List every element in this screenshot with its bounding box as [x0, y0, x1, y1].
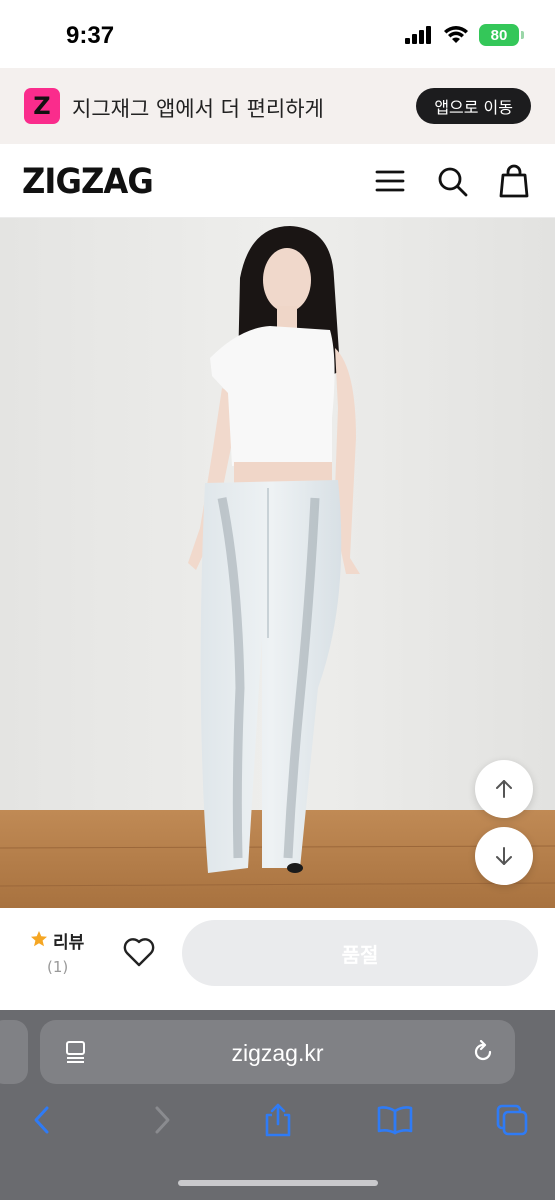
status-time: 9:37	[66, 22, 115, 49]
site-logo[interactable]: ZIGZAG	[22, 162, 154, 202]
zigzag-app-logo: Z	[24, 88, 60, 124]
scroll-down-button[interactable]	[475, 827, 533, 885]
app-logo-letter: Z	[33, 92, 51, 120]
menu-icon[interactable]	[370, 162, 408, 200]
arrow-down-icon	[496, 847, 512, 865]
search-icon[interactable]	[433, 162, 471, 200]
tabs-icon	[496, 1104, 528, 1136]
status-icons: 80	[405, 24, 524, 46]
shopping-bag-icon[interactable]	[495, 162, 533, 200]
share-icon	[265, 1103, 291, 1137]
home-indicator[interactable]	[178, 1180, 378, 1186]
open-app-button[interactable]: 앱으로 이동	[416, 88, 531, 124]
star-icon	[31, 931, 47, 947]
product-image[interactable]	[0, 218, 555, 908]
sold-out-button[interactable]: 품절	[182, 920, 538, 986]
bookmarks-icon	[377, 1106, 413, 1135]
battery-level: 80	[490, 26, 508, 44]
status-bar: 9:37 80	[0, 0, 555, 68]
address-bar[interactable]: zigzag.kr	[40, 1020, 515, 1084]
banner-text: 지그재그 앱에서 더 편리하게	[72, 97, 324, 121]
battery-indicator: 80	[479, 24, 524, 46]
forward-icon	[155, 1106, 170, 1134]
cellular-signal-icon	[405, 26, 431, 44]
previous-tab-preview[interactable]	[0, 1020, 28, 1084]
back-icon	[34, 1106, 49, 1134]
share-button[interactable]	[258, 1100, 298, 1140]
arrow-up-icon	[496, 780, 512, 798]
app-install-banner: Z 지그재그 앱에서 더 편리하게 앱으로 이동	[0, 68, 555, 144]
model-photo	[0, 218, 555, 908]
wifi-icon	[444, 26, 468, 43]
site-header: ZIGZAG	[0, 144, 555, 218]
forward-button[interactable]	[142, 1100, 182, 1140]
review-count: (1)	[47, 958, 69, 976]
scroll-up-button[interactable]	[475, 760, 533, 818]
back-button[interactable]	[22, 1100, 62, 1140]
review-link[interactable]: 리뷰	[53, 928, 84, 953]
reload-icon[interactable]	[471, 1040, 495, 1064]
heart-icon[interactable]	[122, 936, 156, 968]
tabs-button[interactable]	[492, 1100, 532, 1140]
url-text: zigzag.kr	[231, 1040, 324, 1066]
bookmarks-button[interactable]	[375, 1100, 415, 1140]
